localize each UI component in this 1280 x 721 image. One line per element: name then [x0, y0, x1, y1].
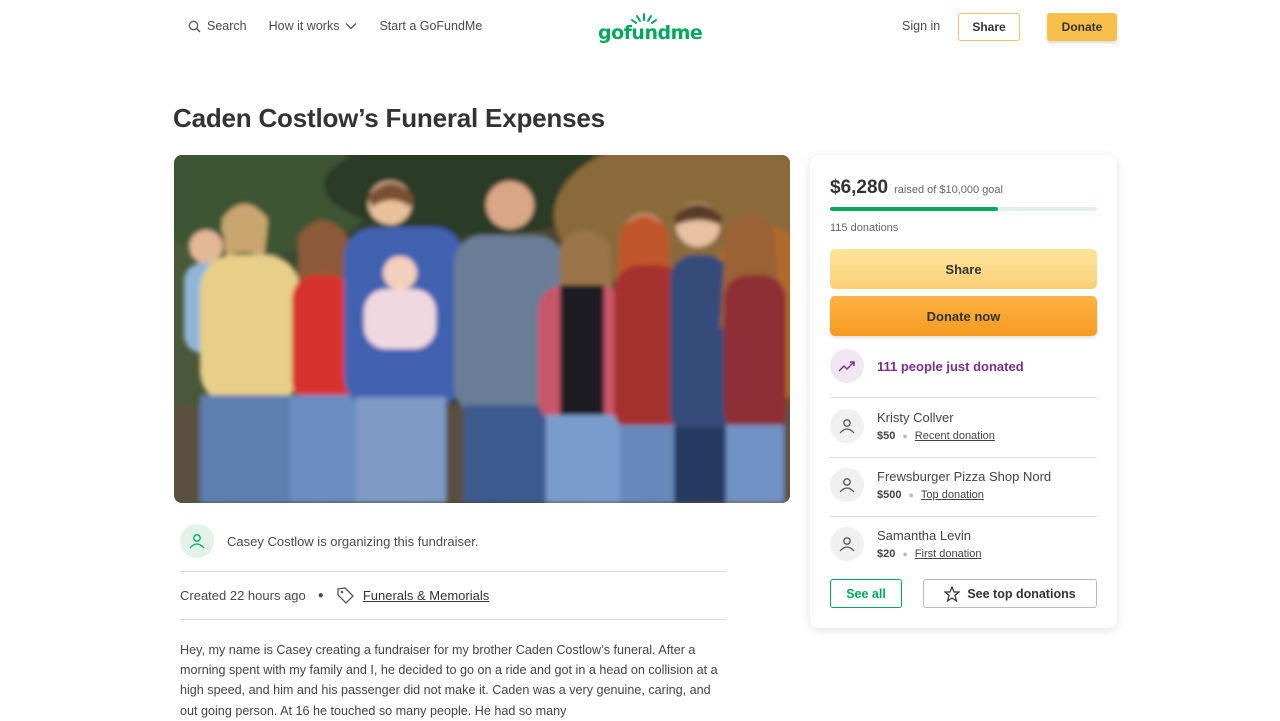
donation-amount: $20 [877, 548, 896, 560]
site-header: Search How it works Start a GoFundMe gof… [0, 0, 1280, 56]
meta-separator: ● [317, 589, 324, 601]
separator-dot: ● [902, 549, 908, 559]
raised-amount: $6,280 [830, 177, 889, 198]
donor-name: Samantha Levin [877, 528, 971, 543]
search-icon [188, 20, 201, 32]
heart-hand-icon [839, 537, 855, 552]
tag-icon [336, 586, 354, 604]
created-date: Created 22 hours ago [180, 587, 306, 603]
donation-amount: $50 [877, 430, 896, 442]
start-gofundme-link[interactable]: Start a GoFundMe [379, 19, 482, 33]
campaign-hero-photo [174, 155, 790, 503]
donate-now-button[interactable]: Donate now [830, 296, 1097, 336]
goal-text: raised of $10,000 goal [894, 184, 1003, 196]
raised-summary: $6,280 raised of $10,000 goal [830, 177, 1003, 199]
donation-tag-link[interactable]: Top donation [921, 489, 984, 501]
donor-name: Kristy Collver [877, 410, 954, 425]
divider [180, 571, 726, 572]
star-icon [944, 585, 961, 602]
progress-fill [830, 207, 998, 211]
chevron-down-icon [345, 23, 357, 30]
see-top-donations-label: See top donations [967, 586, 1076, 601]
donor-item: Frewsburger Pizza Shop Nord $500 ● Top d… [830, 468, 1051, 502]
donation-sidebar-card: $6,280 raised of $10,000 goal 115 donati… [810, 155, 1117, 628]
donor-name: Frewsburger Pizza Shop Nord [877, 469, 1052, 484]
search-label: Search [207, 19, 247, 33]
donor-avatar [830, 527, 864, 561]
donor-avatar [830, 409, 864, 443]
donation-tag-link[interactable]: First donation [915, 548, 982, 560]
how-it-works-label: How it works [268, 19, 340, 33]
donation-amount: $500 [877, 489, 902, 501]
sign-in-link[interactable]: Sign in [902, 19, 940, 33]
donor-item: Kristy Collver $50 ● Recent donation [830, 409, 995, 443]
heart-hand-icon [189, 534, 205, 549]
search-link[interactable]: Search [188, 19, 247, 33]
divider [180, 619, 726, 620]
see-top-donations-button[interactable]: See top donations [923, 579, 1097, 608]
organizer-row: Casey Costlow is organizing this fundrai… [180, 523, 726, 559]
donor-item: Samantha Levin $20 ● First donation [830, 527, 981, 561]
category-link[interactable]: Funerals & Memorials [363, 588, 489, 603]
donor-avatar [830, 468, 864, 502]
family-photo-illustration [174, 155, 790, 503]
organizer-text: Casey Costlow is organizing this fundrai… [227, 533, 479, 549]
see-all-button[interactable]: See all [830, 579, 902, 608]
separator-dot: ● [902, 431, 908, 441]
divider [830, 457, 1097, 458]
start-gofundme-label: Start a GoFundMe [379, 19, 483, 33]
how-it-works-menu[interactable]: How it works [269, 19, 358, 33]
heart-hand-icon [839, 478, 855, 493]
share-button[interactable]: Share [830, 249, 1097, 289]
recent-activity: 111 people just donated [830, 349, 1024, 383]
page-title: Caden Costlow’s Funeral Expenses [173, 103, 605, 133]
campaign-story: Hey, my name is Casey creating a fundrai… [180, 643, 718, 718]
logo-text: gofundme [598, 22, 703, 44]
primary-nav: Search How it works Start a GoFundMe [188, 19, 504, 33]
campaign-meta: Created 22 hours ago ● Funerals & Memori… [180, 586, 489, 604]
recent-donors-text: 111 people just donated [877, 358, 1024, 374]
donation-tag-link[interactable]: Recent donation [915, 430, 995, 442]
trending-up-icon [830, 349, 864, 383]
organizer-avatar [180, 524, 214, 558]
donation-count: 115 donations [830, 222, 899, 234]
heart-hand-icon [839, 419, 855, 434]
divider [830, 397, 1097, 398]
header-share-button[interactable]: Share [958, 13, 1020, 41]
separator-dot: ● [908, 490, 914, 500]
progress-bar [830, 207, 1097, 211]
divider [830, 516, 1097, 517]
gofundme-logo[interactable]: gofundme [598, 12, 703, 44]
header-donate-button[interactable]: Donate [1047, 13, 1117, 41]
